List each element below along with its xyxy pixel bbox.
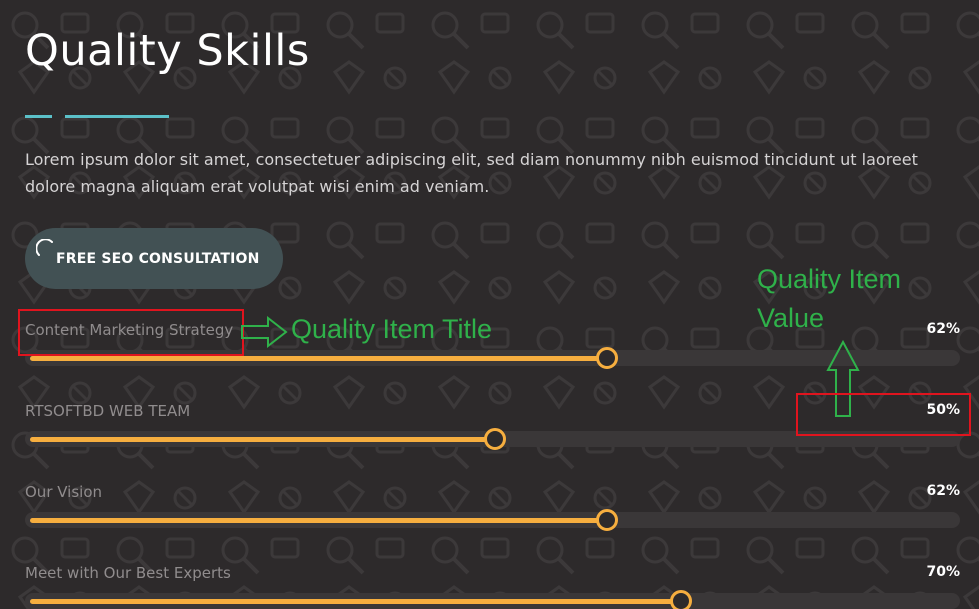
- skill-value: 70%: [926, 564, 960, 580]
- quality-skills-section: Quality Skills Lorem ipsum dolor sit ame…: [0, 0, 979, 609]
- annotation-title-box: [18, 309, 244, 356]
- skill-title: RTSOFTBD WEB TEAM: [25, 402, 191, 420]
- section-title: Quality Skills: [25, 26, 310, 76]
- skill-knob[interactable]: [595, 347, 618, 369]
- cta-label: FREE SEO CONSULTATION: [56, 250, 260, 267]
- skill-value: 62%: [926, 483, 960, 499]
- skill-value: 62%: [926, 321, 960, 337]
- skill-fill: [30, 356, 607, 361]
- skill-fill: [30, 437, 495, 442]
- section-description: Lorem ipsum dolor sit amet, consectetuer…: [25, 150, 918, 196]
- skill-knob[interactable]: [595, 509, 618, 531]
- skill-fill: [30, 599, 681, 604]
- annotation-title-label: Quality Item Title: [291, 314, 493, 344]
- free-seo-consultation-button[interactable]: FREE SEO CONSULTATION: [25, 228, 283, 289]
- skill-item: Our Vision 62%: [25, 483, 960, 543]
- title-divider-long: [65, 115, 169, 118]
- skill-title: Meet with Our Best Experts: [25, 564, 231, 582]
- annotation-value-label-line1: Quality Item: [757, 264, 902, 294]
- annotation-value-label-line2: Value: [757, 303, 825, 333]
- title-divider-short: [25, 115, 52, 118]
- annotation-right-arrow-icon: [241, 316, 288, 348]
- skill-fill: [30, 518, 607, 523]
- loading-arc-icon: [36, 239, 53, 256]
- skill-knob[interactable]: [670, 590, 692, 609]
- skill-item: Meet with Our Best Experts 70%: [25, 564, 960, 609]
- annotation-value-box: [796, 393, 971, 436]
- skill-title: Our Vision: [25, 483, 103, 501]
- skill-knob[interactable]: [484, 428, 506, 450]
